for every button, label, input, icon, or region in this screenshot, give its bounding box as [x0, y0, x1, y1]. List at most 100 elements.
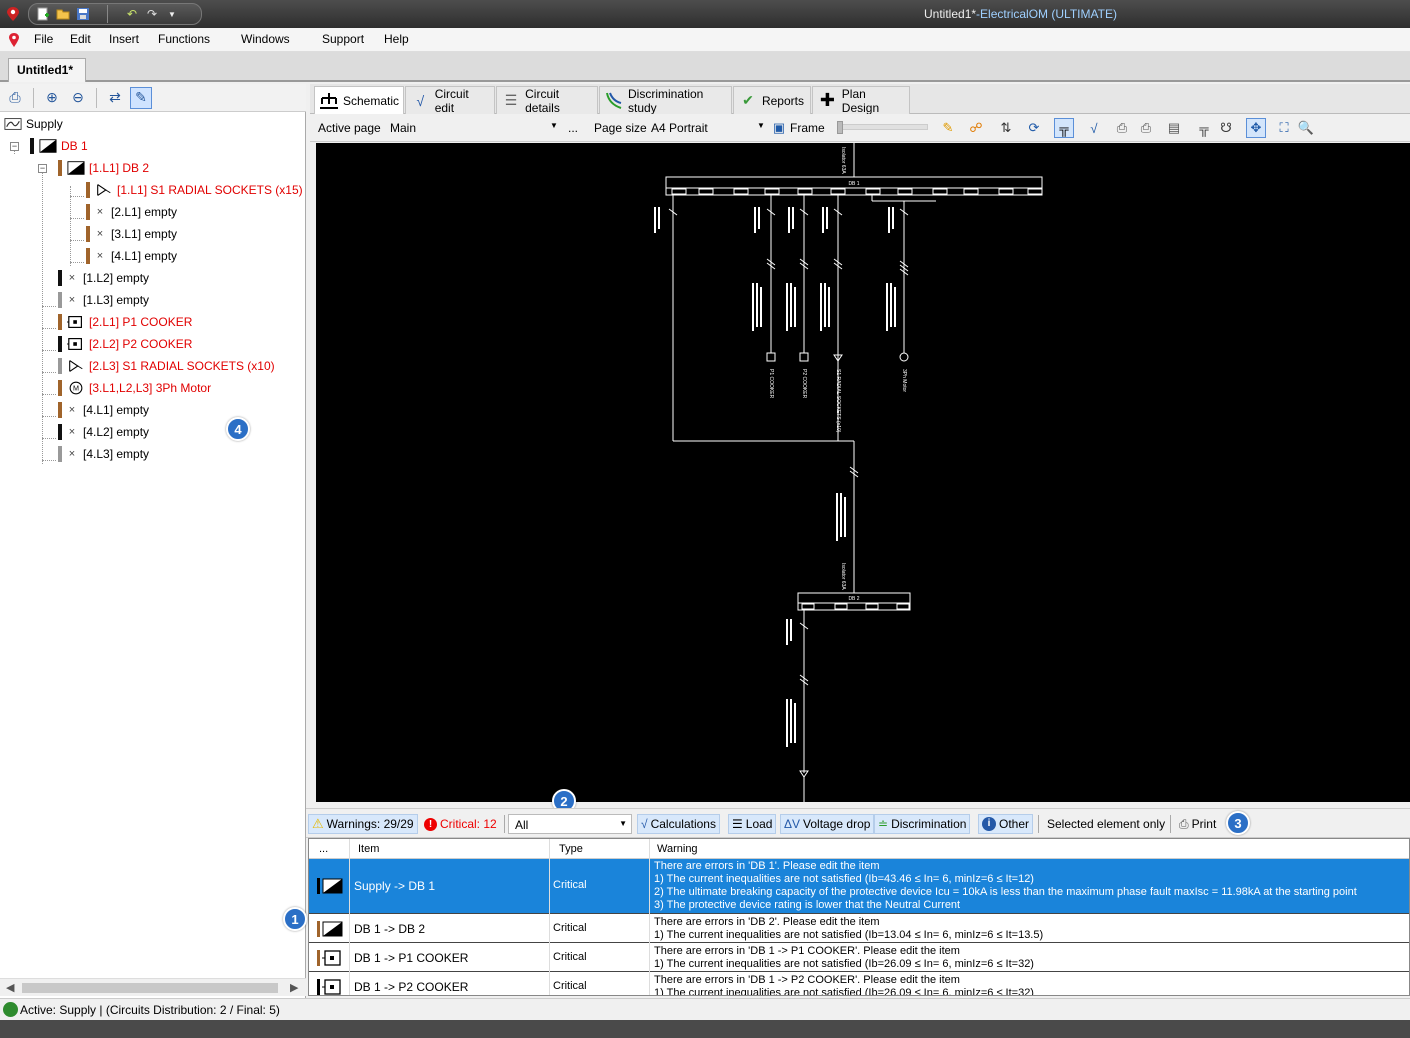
table-row[interactable]: Supply -> DB 1 Critical There are errors…	[309, 859, 1409, 914]
tree-node-circuit[interactable]: × [1.L2] empty	[58, 268, 149, 288]
print-icon[interactable]: ⎙	[1112, 118, 1132, 138]
zoom-icon[interactable]: 🔍	[1296, 118, 1316, 138]
tree-node-circuit[interactable]: M [3.L1,L2,L3] 3Ph Motor	[58, 378, 211, 398]
tree-node-circuit[interactable]: [2.L3] S1 RADIAL SOCKETS (x10)	[58, 356, 275, 376]
schematic-mode-icon[interactable]: ╦	[1054, 118, 1074, 138]
tree-node-label: [4.L3] empty	[83, 447, 150, 461]
db1-board-label: DB 1	[848, 181, 859, 187]
menu-windows[interactable]: Windows	[241, 32, 290, 46]
zoom-in-icon[interactable]: ⊕	[41, 87, 63, 109]
collapse-icon[interactable]: −	[38, 164, 47, 173]
dropdown-icon[interactable]: ▼	[164, 6, 180, 22]
tree-node-circuit[interactable]: × [2.L1] empty	[86, 202, 177, 222]
tree-node-supply[interactable]: Supply	[4, 114, 63, 134]
open-folder-icon[interactable]	[55, 6, 71, 22]
scroll-thumb[interactable]	[22, 983, 278, 993]
scroll-right-icon[interactable]: ▶	[290, 981, 298, 994]
formula-icon[interactable]: √	[1084, 118, 1104, 138]
chevron-down-icon[interactable]: ▼	[619, 819, 627, 828]
tree-horizontal-scrollbar[interactable]: ◀ ▶	[0, 978, 306, 996]
active-page-select[interactable]: Main	[390, 121, 416, 135]
zoom-out-icon[interactable]: ⊖	[67, 87, 89, 109]
new-icon[interactable]	[35, 6, 51, 22]
vertical-swap-icon[interactable]: ⇅	[996, 118, 1016, 138]
tab-plan-design[interactable]: ✚ Plan Design	[812, 86, 910, 115]
tab-discrimination-study[interactable]: Discrimination study	[599, 86, 732, 115]
page-size-select[interactable]: A4 Portrait	[651, 121, 708, 135]
print-button[interactable]: ⎙ Print	[1176, 814, 1219, 834]
zoom-slider[interactable]	[837, 121, 928, 134]
app-pin-icon[interactable]	[8, 32, 20, 48]
tree-node-circuit[interactable]: × [4.L2] empty	[58, 422, 149, 442]
save-icon[interactable]	[75, 6, 91, 22]
schematic-canvas[interactable]: DB 1 DB 2 Isolator 63A Isolator 63A P1 C…	[316, 143, 1410, 802]
column-header-type[interactable]: Type	[559, 843, 583, 855]
discrimination-filter-button[interactable]: ≐ Discrimination	[874, 814, 971, 834]
isolator-label: Isolator 63A	[840, 147, 846, 174]
menu-insert[interactable]: Insert	[109, 32, 139, 46]
column-header-select[interactable]: ...	[319, 843, 328, 855]
warning-filter-select[interactable]: All ▼	[508, 814, 632, 834]
menu-support[interactable]: Support	[322, 32, 364, 46]
chevron-down-icon[interactable]: ▼	[550, 121, 558, 130]
table-row[interactable]: DB 1 -> P1 COOKER Critical There are err…	[309, 944, 1409, 972]
tab-schematic[interactable]: Schematic	[314, 86, 404, 115]
more-button[interactable]: ...	[568, 121, 578, 135]
other-filter-button[interactable]: i Other	[978, 814, 1034, 834]
tree-node-circuit[interactable]: × [4.L1] empty	[86, 246, 177, 266]
warnings-count-button[interactable]: ⚠ Warnings: 29/29	[308, 814, 418, 834]
column-header-warning[interactable]: Warning	[657, 843, 698, 855]
redo-icon[interactable]: ↷	[144, 6, 160, 22]
fit-icon[interactable]: ⛶	[1274, 118, 1294, 138]
tab-circuit-edit[interactable]: √ Circuit edit	[405, 86, 495, 115]
row-type: Critical	[553, 879, 587, 891]
load-filter-button[interactable]: ☰ Load	[728, 814, 777, 834]
export-icon[interactable]: ▤	[1164, 118, 1184, 138]
hierarchy-icon[interactable]: ☋	[1216, 118, 1236, 138]
scroll-left-icon[interactable]: ◀	[6, 981, 14, 994]
undo-icon[interactable]: ↶	[124, 6, 140, 22]
table-row[interactable]: DB 1 -> DB 2 Critical There are errors i…	[309, 915, 1409, 943]
table-row[interactable]: DB 1 -> P2 COOKER Critical There are err…	[309, 973, 1409, 995]
tree-node-circuit[interactable]: [1.L1] S1 RADIAL SOCKETS (x15)	[86, 180, 303, 200]
document-tab[interactable]: Untitled1*	[8, 58, 86, 82]
print-preview-icon[interactable]: ⎙	[1136, 118, 1156, 138]
tab-reports[interactable]: ✔ Reports	[733, 86, 811, 114]
critical-count-button[interactable]: ! Critical: 12	[421, 814, 500, 834]
warning-line: 1) The current inequalities are not sati…	[654, 929, 1044, 941]
tree-node-circuit[interactable]: × [1.L3] empty	[58, 290, 149, 310]
refresh-icon[interactable]: ⟳	[1024, 118, 1044, 138]
tree-node-label: [1.L2] empty	[83, 271, 150, 285]
pan-icon[interactable]: ✥	[1246, 118, 1266, 138]
schematic-toolbar: Active page Main ▼ ... Page size A4 Port…	[310, 114, 1410, 142]
tree-mode-icon[interactable]: ✎	[130, 86, 152, 109]
tree-node-circuit[interactable]: × [4.L3] empty	[58, 444, 149, 464]
tree-node-db1[interactable]: DB 1	[30, 136, 88, 156]
selected-element-only-toggle[interactable]: Selected element only	[1044, 814, 1168, 834]
link-icon[interactable]: ☍	[966, 118, 986, 138]
print-tree-icon[interactable]: ⎙	[4, 87, 26, 109]
menu-edit[interactable]: Edit	[70, 32, 91, 46]
swap-icon[interactable]: ⇄	[104, 87, 126, 109]
tab-circuit-details[interactable]: ☰ Circuit details	[496, 86, 598, 115]
voltage-drop-filter-button[interactable]: ΔV Voltage drop	[780, 814, 875, 834]
slider-knob[interactable]	[837, 121, 843, 134]
tree-layout-icon[interactable]: ╦	[1194, 118, 1214, 138]
calculations-filter-button[interactable]: √ Calculations	[637, 814, 720, 834]
tree-node-circuit[interactable]: × [4.L1] empty	[58, 400, 149, 420]
menu-help[interactable]: Help	[384, 32, 409, 46]
frame-icon[interactable]: ▣	[769, 118, 789, 138]
frame-label[interactable]: Frame	[790, 121, 825, 135]
pencil-icon[interactable]: ✎	[938, 118, 958, 138]
collapse-icon[interactable]: −	[10, 142, 19, 151]
tree-node-circuit[interactable]: × [3.L1] empty	[86, 224, 177, 244]
tree-node-circuit[interactable]: [2.L2] P2 COOKER	[58, 334, 192, 354]
tree-node-db2[interactable]: [1.L1] DB 2	[58, 158, 149, 178]
chevron-down-icon[interactable]: ▼	[757, 121, 765, 130]
column-header-item[interactable]: Item	[358, 843, 379, 855]
menu-functions[interactable]: Functions	[158, 32, 210, 46]
phase-bar	[58, 292, 62, 308]
menu-file[interactable]: File	[34, 32, 53, 46]
project-tree: Supply − DB 1 − [1.L1] DB 2 [1.L1] S1 RA…	[0, 112, 306, 980]
tree-node-circuit[interactable]: [2.L1] P1 COOKER	[58, 312, 192, 332]
